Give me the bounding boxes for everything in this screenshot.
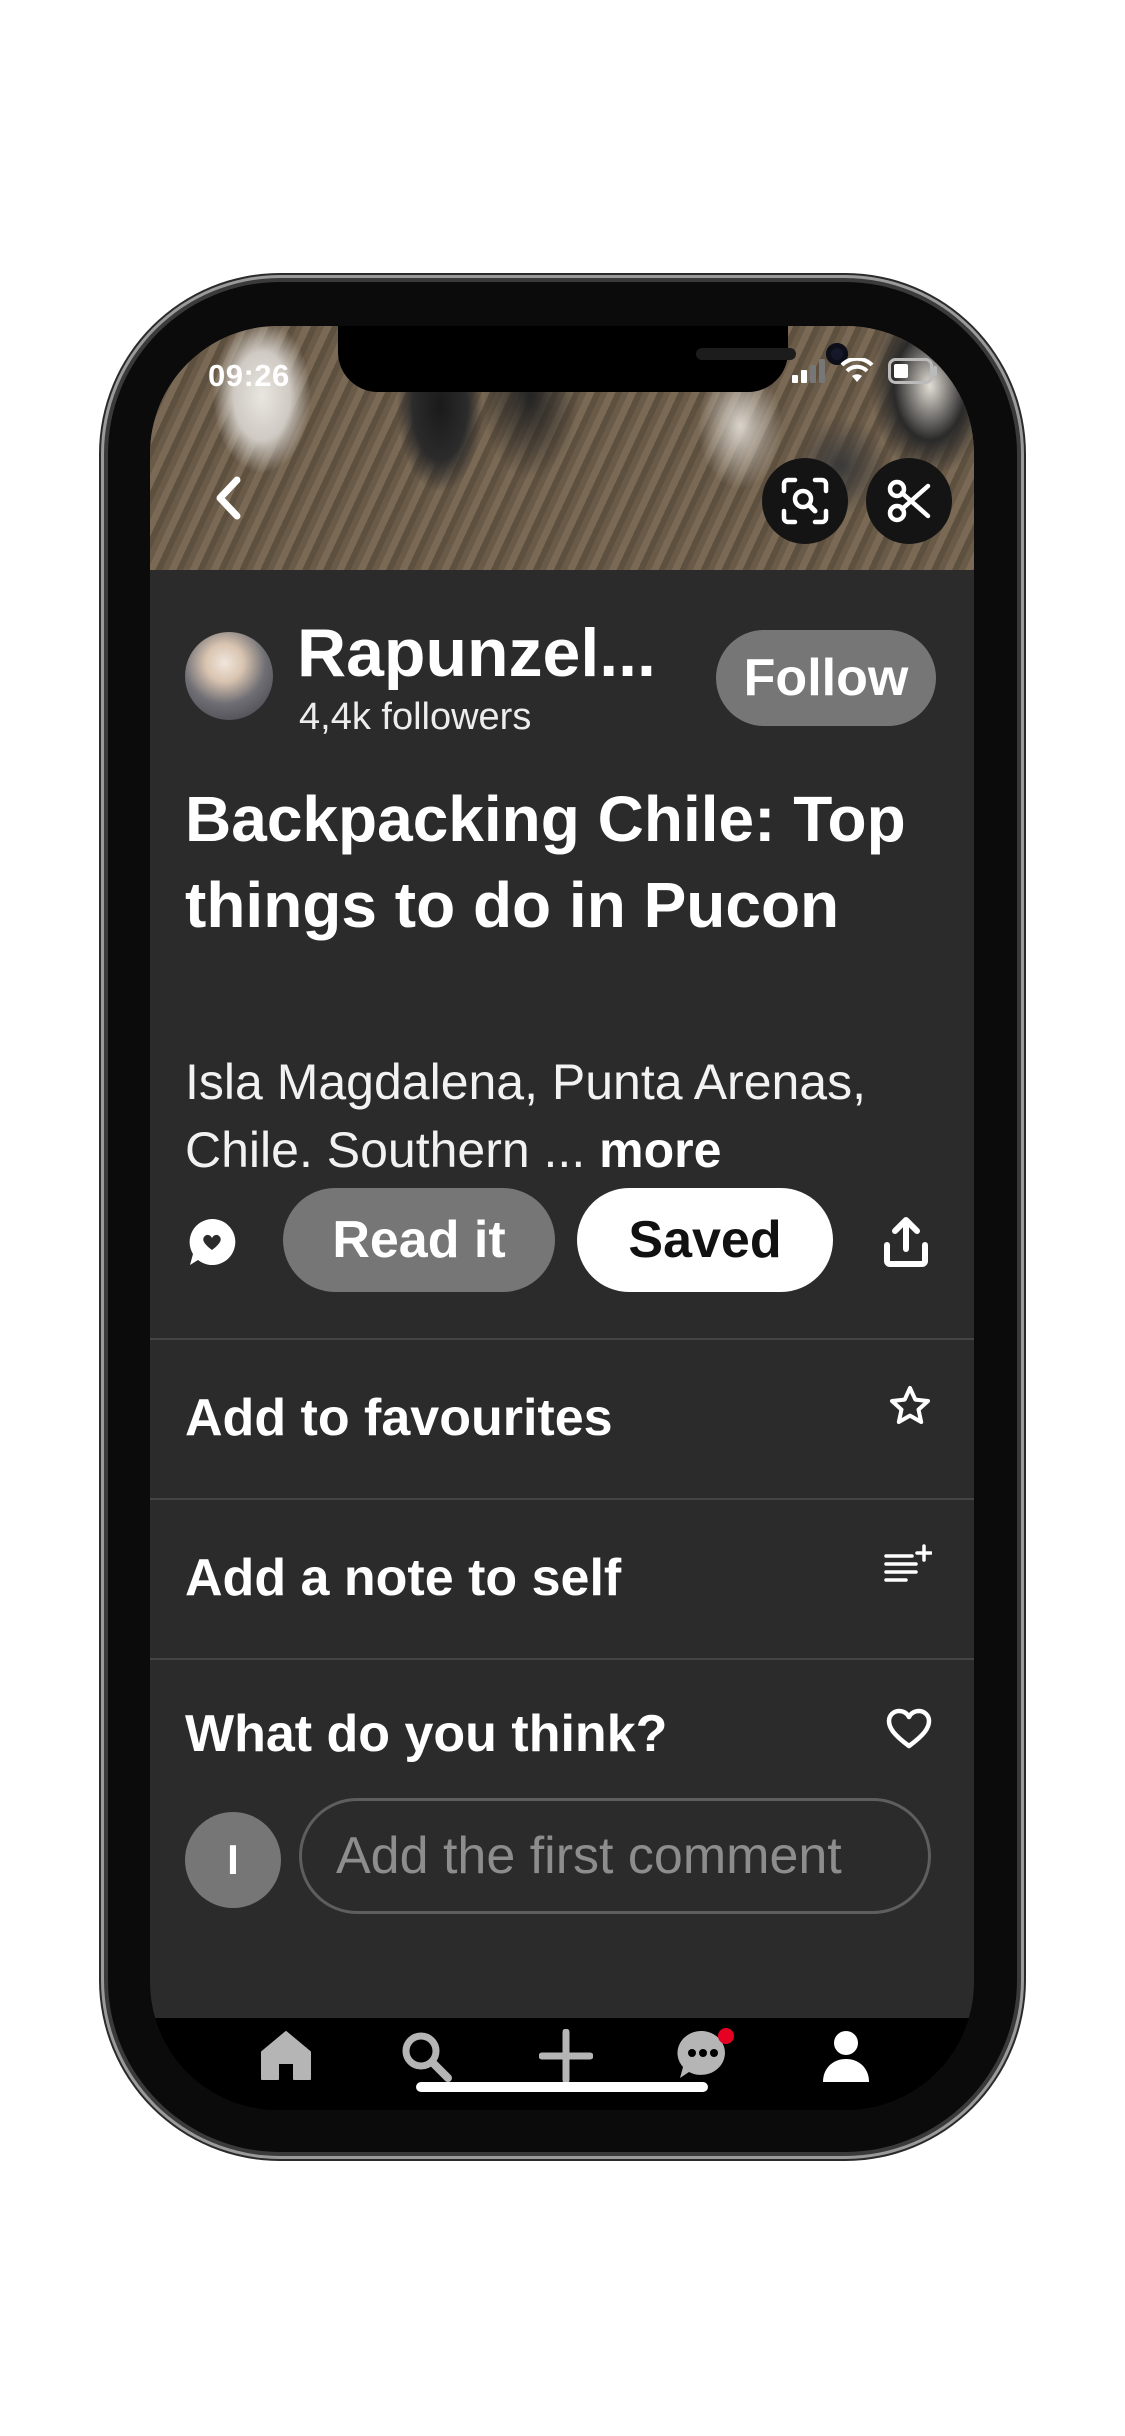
earpiece-speaker <box>696 348 796 360</box>
pin-description-text: Isla Magdalena, Punta Arenas, Chile. Sou… <box>185 1054 867 1178</box>
status-time: 09:26 <box>208 358 290 393</box>
nav-home[interactable] <box>246 2018 326 2094</box>
add-note-row[interactable]: Add a note to self <box>150 1500 974 1656</box>
pin-description: Isla Magdalena, Punta Arenas, Chile. Sou… <box>185 1048 945 1184</box>
visual-search-icon <box>781 477 829 525</box>
comment-icon <box>189 1218 236 1265</box>
action-row: Read it Saved <box>150 1188 974 1296</box>
back-button[interactable] <box>198 468 258 528</box>
chevron-left-icon <box>216 476 241 520</box>
nav-profile[interactable] <box>806 2018 886 2094</box>
pin-hero-image[interactable]: 09:26 <box>150 326 974 570</box>
status-icons <box>792 358 938 384</box>
profile-icon <box>823 2031 869 2082</box>
follower-count: 4,4k followers <box>299 696 532 738</box>
share-button[interactable] <box>876 1212 936 1272</box>
add-to-favourites-label: Add to favourites <box>185 1389 613 1447</box>
bottom-nav <box>150 2018 974 2110</box>
read-it-button[interactable]: Read it <box>283 1188 555 1292</box>
volume-up-button <box>100 712 108 846</box>
comment-input[interactable] <box>299 1798 931 1914</box>
add-note-icon <box>884 1544 932 1582</box>
pin-detail-panel: Rapunzel... 4,4k followers Follow Backpa… <box>150 570 974 2018</box>
what-do-you-think-label: What do you think? <box>185 1705 668 1763</box>
author-name[interactable]: Rapunzel... <box>297 614 656 692</box>
silent-switch <box>100 576 108 642</box>
visual-search-button[interactable] <box>762 458 848 544</box>
what-do-you-think-row: What do you think? <box>150 1660 974 1816</box>
add-to-favourites-row[interactable]: Add to favourites <box>150 1340 974 1496</box>
notch <box>338 326 848 392</box>
heart-icon[interactable] <box>886 1708 932 1750</box>
scissors-icon <box>887 479 931 523</box>
power-button <box>1017 760 1025 980</box>
share-icon <box>884 1217 928 1267</box>
home-indicator[interactable] <box>416 2082 708 2092</box>
star-icon <box>890 1386 930 1424</box>
add-note-label: Add a note to self <box>185 1549 622 1607</box>
author-avatar[interactable] <box>185 632 273 720</box>
user-avatar[interactable]: I <box>185 1812 281 1908</box>
create-icon <box>539 2029 593 2083</box>
more-link[interactable]: more <box>599 1122 721 1178</box>
volume-down-button <box>100 888 108 1022</box>
wifi-icon <box>840 358 874 382</box>
cut-out-button[interactable] <box>866 458 952 544</box>
follow-button[interactable]: Follow <box>716 630 936 726</box>
phone-screen: 09:26 Rapunzel... 4,4k followers Follow … <box>150 326 974 2110</box>
search-icon <box>402 2032 452 2082</box>
home-icon <box>261 2031 311 2080</box>
pin-title: Backpacking Chile: Top things to do in P… <box>185 783 906 941</box>
battery-icon <box>888 358 937 384</box>
cellular-signal-icon <box>792 359 825 383</box>
saved-button[interactable]: Saved <box>577 1188 833 1292</box>
messages-icon <box>677 2028 734 2078</box>
comment-button[interactable] <box>184 1214 240 1270</box>
